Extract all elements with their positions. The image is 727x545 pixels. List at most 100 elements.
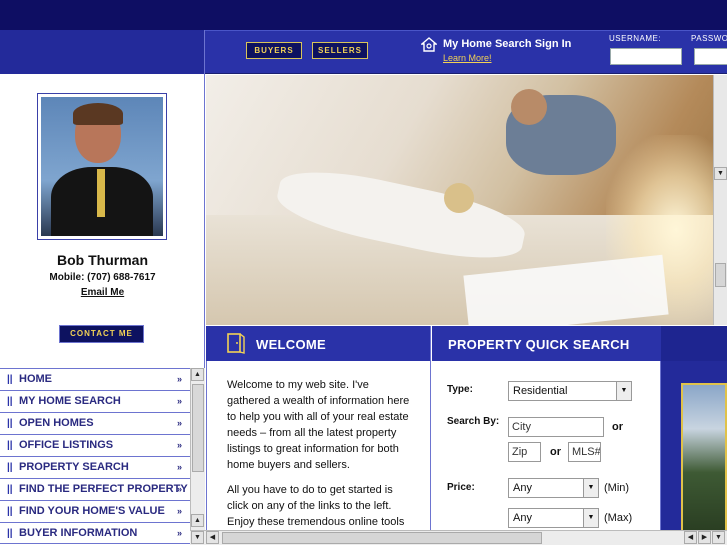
welcome-panel: Welcome to my web site. I've gathered a … bbox=[206, 361, 431, 545]
chevron-right-icon: » bbox=[176, 396, 182, 406]
chevron-right-icon: » bbox=[176, 462, 182, 472]
menu-item-label: OFFICE LISTINGS bbox=[19, 439, 114, 451]
learn-more-link[interactable]: Learn More! bbox=[443, 53, 492, 63]
contact-me-button[interactable]: CONTACT ME bbox=[59, 325, 144, 343]
home-search-icon bbox=[421, 37, 437, 52]
chevron-right-icon: » bbox=[176, 506, 182, 516]
horizontal-scrollbar[interactable]: ◀ ◀ ▶ ▼ bbox=[206, 530, 727, 545]
chevron-down-icon[interactable]: ▼ bbox=[583, 509, 598, 527]
welcome-header: WELCOME bbox=[206, 326, 431, 361]
chevron-right-icon: » bbox=[176, 440, 182, 450]
featured-listing-photo[interactable] bbox=[681, 383, 727, 533]
menu-item-property-search[interactable]: || PROPERTY SEARCH » bbox=[0, 456, 190, 478]
chevron-right-icon: » bbox=[176, 484, 182, 494]
price-label: Price: bbox=[447, 482, 475, 493]
quick-search-panel: Type: Residential ▼ Search By: City or Z… bbox=[432, 361, 661, 545]
featured-listing-strip bbox=[661, 361, 727, 545]
menu-bullet-icon: || bbox=[7, 484, 13, 495]
menu-bullet-icon: || bbox=[7, 506, 13, 517]
hero-woman-head-shape bbox=[444, 183, 474, 213]
zip-input[interactable]: Zip bbox=[508, 442, 541, 462]
search-by-label: Search By: bbox=[447, 416, 500, 427]
welcome-paragraph-1: Welcome to my web site. I've gathered a … bbox=[227, 379, 410, 471]
quick-search-title: PROPERTY QUICK SEARCH bbox=[448, 337, 630, 352]
quick-search-header: PROPERTY QUICK SEARCH bbox=[432, 326, 661, 361]
menu-item-buyer-information[interactable]: || BUYER INFORMATION » bbox=[0, 522, 190, 544]
menu-item-label: MY HOME SEARCH bbox=[19, 395, 121, 407]
menu-item-label: BUYER INFORMATION bbox=[19, 527, 138, 539]
signin-title: My Home Search Sign In bbox=[443, 38, 572, 50]
type-label: Type: bbox=[447, 384, 473, 395]
hero-man-head-shape bbox=[511, 89, 547, 125]
type-select-value: Residential bbox=[513, 385, 568, 397]
menu-item-home[interactable]: || HOME » bbox=[0, 368, 190, 390]
username-label: USERNAME: bbox=[609, 34, 662, 43]
header-left-panel bbox=[0, 30, 205, 74]
agent-hair-shape bbox=[73, 103, 123, 125]
right-header-panel bbox=[661, 326, 727, 361]
menu-bullet-icon: || bbox=[7, 440, 13, 451]
menu-bullet-icon: || bbox=[7, 462, 13, 473]
menu-item-label: PROPERTY SEARCH bbox=[19, 461, 129, 473]
menu-scrollbar[interactable]: ▲ ▲ bbox=[190, 368, 205, 530]
agent-tie-shape bbox=[97, 169, 105, 217]
scroll-down-icon[interactable]: ▼ bbox=[712, 531, 725, 544]
username-input[interactable] bbox=[610, 48, 682, 65]
min-price-select[interactable]: Any ▼ bbox=[508, 478, 599, 498]
menu-item-office-listings[interactable]: || OFFICE LISTINGS » bbox=[0, 434, 190, 456]
max-price-select[interactable]: Any ▼ bbox=[508, 508, 599, 528]
type-select[interactable]: Residential ▼ bbox=[508, 381, 632, 401]
welcome-title: WELCOME bbox=[256, 337, 326, 352]
agent-mobile: Mobile: (707) 688-7617 bbox=[49, 272, 156, 283]
or-label: or bbox=[612, 421, 623, 433]
scroll-left-icon[interactable]: ◀ bbox=[684, 531, 697, 544]
top-band bbox=[0, 0, 727, 30]
hero-image bbox=[206, 75, 727, 325]
menu-item-label: FIND THE PERFECT PROPERTY bbox=[19, 483, 188, 495]
menu-scrollbar-thumb[interactable] bbox=[192, 384, 204, 472]
max-label: (Max) bbox=[604, 512, 633, 524]
scroll-down-icon[interactable]: ▼ bbox=[714, 167, 727, 180]
chevron-down-icon[interactable]: ▼ bbox=[583, 479, 598, 497]
menu-bullet-icon: || bbox=[7, 374, 13, 385]
menu-item-label: OPEN HOMES bbox=[19, 417, 94, 429]
chevron-down-icon[interactable]: ▼ bbox=[616, 382, 631, 400]
chevron-right-icon: » bbox=[176, 528, 182, 538]
email-me-link[interactable]: Email Me bbox=[0, 287, 205, 298]
chevron-right-icon: » bbox=[176, 374, 182, 384]
scroll-right-icon[interactable]: ▶ bbox=[698, 531, 711, 544]
page-scrollbar[interactable]: ▼ bbox=[713, 75, 727, 325]
scroll-down-icon[interactable]: ▼ bbox=[191, 531, 204, 544]
city-input[interactable]: City bbox=[508, 417, 604, 437]
menu-bullet-icon: || bbox=[7, 418, 13, 429]
mls-input[interactable]: MLS# bbox=[568, 442, 601, 462]
horizontal-scrollbar-thumb[interactable] bbox=[222, 532, 542, 544]
scroll-up-icon[interactable]: ▲ bbox=[191, 368, 204, 381]
menu-item-label: HOME bbox=[19, 373, 52, 385]
agent-photo bbox=[41, 97, 163, 236]
or-label: or bbox=[550, 446, 561, 458]
min-label: (Min) bbox=[604, 482, 630, 494]
menu-item-my-home-search[interactable]: || MY HOME SEARCH » bbox=[0, 390, 190, 412]
door-icon bbox=[227, 333, 245, 354]
side-menu: || HOME » || MY HOME SEARCH » || OPEN HO… bbox=[0, 368, 190, 544]
menu-item-open-homes[interactable]: || OPEN HOMES » bbox=[0, 412, 190, 434]
page-scrollbar-thumb[interactable] bbox=[715, 263, 726, 287]
menu-item-find-perfect-property[interactable]: || FIND THE PERFECT PROPERTY » bbox=[0, 478, 190, 500]
menu-bullet-icon: || bbox=[7, 528, 13, 539]
chevron-right-icon: » bbox=[176, 418, 182, 428]
menu-bullet-icon: || bbox=[7, 396, 13, 407]
min-price-value: Any bbox=[513, 482, 532, 494]
menu-item-label: FIND YOUR HOME'S VALUE bbox=[19, 505, 165, 517]
max-price-value: Any bbox=[513, 512, 532, 524]
password-label: PASSWO bbox=[691, 34, 727, 43]
buyers-button[interactable]: BUYERS bbox=[246, 42, 302, 59]
agent-name: Bob Thurman bbox=[57, 252, 148, 268]
password-input[interactable] bbox=[694, 48, 727, 65]
agent-photo-frame bbox=[37, 93, 167, 240]
welcome-paragraph-2: All you have to do to get started is cli… bbox=[227, 484, 405, 528]
scroll-up-icon[interactable]: ▲ bbox=[191, 514, 204, 527]
sellers-button[interactable]: SELLERS bbox=[312, 42, 368, 59]
scroll-left-icon[interactable]: ◀ bbox=[206, 531, 219, 544]
menu-item-find-home-value[interactable]: || FIND YOUR HOME'S VALUE » bbox=[0, 500, 190, 522]
